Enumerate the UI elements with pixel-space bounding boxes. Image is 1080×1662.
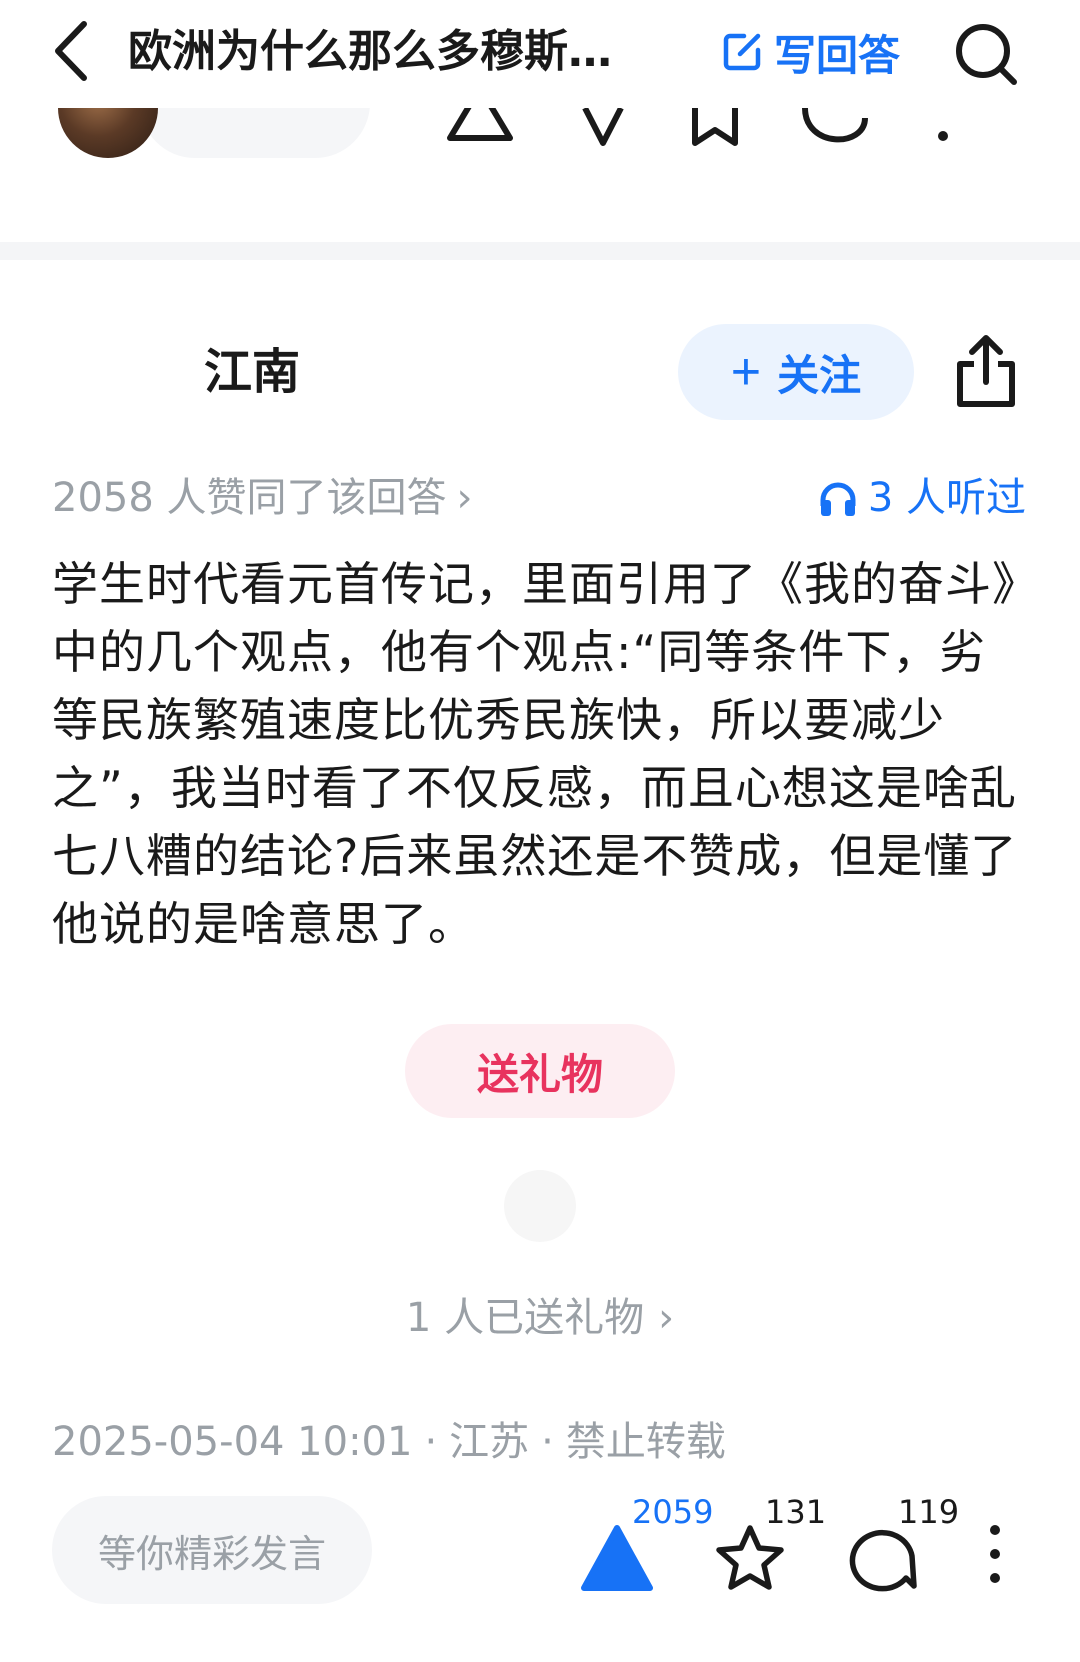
answer-text: 学生时代看元首传记，里面引用了《我的奋斗》中的几个观点，他有个观点:“同等条件下… [52, 557, 1018, 951]
follow-button[interactable]: + 关注 [678, 324, 914, 420]
question-title[interactable]: 欧洲为什么那么多穆斯… [128, 22, 688, 82]
write-answer-button[interactable]: 写回答 [720, 22, 900, 82]
previous-avatar[interactable] [58, 108, 158, 158]
listened-text: 3 人听过 [867, 475, 1026, 521]
copyright-notice: 禁止转载 [565, 1419, 726, 1465]
favorite-count: 131 [765, 1493, 827, 1531]
gift-count-text: 1 人已送礼物 [405, 1295, 645, 1341]
top-nav-bar: 欧洲为什么那么多穆斯… 写回答 [0, 0, 1080, 108]
upvote-count: 2059 [632, 1493, 714, 1531]
separator-dot: · [541, 1419, 554, 1465]
search-icon[interactable] [952, 20, 1022, 90]
edit-icon [723, 33, 761, 71]
gift-avatar-placeholder [504, 1170, 576, 1242]
headphones-icon [820, 482, 856, 516]
author-name[interactable]: 江南 [204, 342, 300, 402]
answer-location: 江苏 [449, 1419, 530, 1465]
answer-meta: 2025-05-04 10:01 · 江苏 · 禁止转载 [52, 1414, 726, 1470]
previous-action-icons[interactable] [445, 108, 1045, 148]
more-icon [990, 1525, 1000, 1583]
follow-label: 关注 [777, 351, 862, 399]
back-icon[interactable] [50, 18, 94, 84]
more-button[interactable] [980, 1506, 1010, 1596]
answer-datetime: 2025-05-04 10:01 [52, 1419, 413, 1465]
previous-answer-action-bar [0, 108, 1080, 168]
listened-count[interactable]: 3 人听过 [818, 470, 1026, 526]
chevron-right-icon: › [658, 1295, 675, 1341]
answer-divider [0, 242, 1080, 260]
comment-input[interactable]: 等你精彩发言 [52, 1496, 372, 1604]
separator-dot: · [424, 1419, 438, 1465]
agree-count-text: 2058 人赞同了该回答 [52, 475, 447, 521]
gift-count-link[interactable]: 1 人已送礼物 › [0, 1290, 1080, 1346]
comment-count: 119 [898, 1493, 960, 1531]
share-icon[interactable] [952, 334, 1020, 410]
chevron-right-icon: › [456, 475, 473, 521]
agree-count-link[interactable]: 2058 人赞同了该回答 › [52, 470, 473, 526]
send-gift-button[interactable]: 送礼物 [405, 1024, 675, 1118]
plus-icon: + [730, 343, 762, 401]
previous-comment-input[interactable] [140, 108, 370, 158]
write-answer-label: 写回答 [774, 30, 901, 80]
